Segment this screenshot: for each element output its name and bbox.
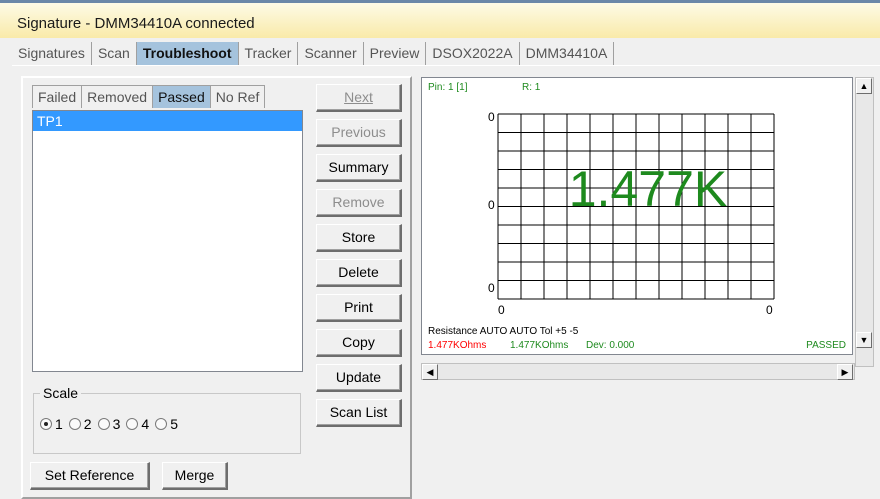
radio-icon [68, 418, 81, 430]
print-button[interactable]: Print [316, 294, 402, 322]
subtab-removed[interactable]: Removed [81, 85, 154, 108]
scale-radio-4[interactable]: 4 [126, 416, 149, 432]
tab-dmm34410a[interactable]: DMM34410A [519, 42, 615, 65]
tab-dsox2022a[interactable]: DSOX2022A [426, 42, 520, 65]
scale-option-label: 1 [55, 416, 63, 432]
signature-display: Pin: 1 [1] R: 1 0 0 0 0 0 1.477K Resista… [421, 77, 853, 355]
x-axis-label-left: 0 [498, 303, 505, 317]
scale-radio-5[interactable]: 5 [155, 416, 178, 432]
tab-signatures[interactable]: Signatures [12, 42, 92, 65]
result-filter-tabs: Failed Removed Passed No Ref [32, 85, 266, 108]
set-reference-button-label: Set Reference [44, 467, 135, 483]
next-button-label: Next [344, 89, 373, 105]
merge-button-label: Merge [174, 467, 215, 483]
measured-value: 1.477KOhms [428, 340, 486, 351]
y-axis-label-mid: 0 [488, 198, 495, 212]
scale-radio-2[interactable]: 2 [68, 416, 92, 432]
tab-tracker[interactable]: Tracker [238, 42, 299, 65]
scale-option-label: 5 [170, 416, 178, 432]
pin-label: Pin: 1 [1] [428, 82, 468, 93]
title-bar: Signature - DMM34410A connected [0, 0, 880, 38]
remove-button-label: Remove [332, 194, 385, 210]
merge-button[interactable]: Merge [162, 462, 228, 490]
scale-option-label: 2 [83, 416, 92, 432]
summary-button[interactable]: Summary [316, 154, 402, 182]
radio-icon [126, 418, 139, 430]
subtab-failed[interactable]: Failed [32, 85, 83, 108]
measurement-reading: 1.477K [569, 161, 727, 217]
x-axis-label-right: 0 [766, 303, 773, 317]
copy-button[interactable]: Copy [316, 329, 402, 357]
subtab-no-ref[interactable]: No Ref [209, 85, 266, 108]
scale-label: Scale [40, 385, 82, 401]
measurement-info: Resistance AUTO AUTO Tol +5 -5 [428, 326, 579, 337]
radio-icon [155, 418, 168, 430]
window-title: Signature - DMM34410A connected [17, 15, 255, 32]
main-tabs: Signatures Scan Troubleshoot Tracker Sca… [12, 42, 615, 65]
scan-list-button[interactable]: Scan List [316, 399, 402, 427]
summary-button-label: Summary [328, 159, 389, 175]
reference-value: 1.477KOhms [510, 340, 568, 351]
update-button-label: Update [335, 369, 382, 385]
scale-radio-3[interactable]: 3 [97, 416, 121, 432]
scale-option-label: 4 [141, 416, 150, 432]
copy-button-label: Copy [342, 334, 375, 350]
radio-selected-icon [40, 418, 52, 430]
status-passed: PASSED [806, 340, 846, 351]
previous-button[interactable]: Previous [316, 119, 402, 147]
y-axis-label-bottom: 0 [488, 281, 495, 295]
r-label: R: 1 [522, 82, 541, 93]
y-axis-label-top: 0 [488, 110, 495, 124]
tab-scanner[interactable]: Scanner [298, 42, 364, 65]
deviation-value: Dev: 0.000 [586, 340, 635, 351]
scroll-up-arrow-icon[interactable]: ▲ [856, 78, 872, 94]
scan-list-button-label: Scan List [329, 404, 388, 420]
tab-troubleshoot[interactable]: Troubleshoot [136, 42, 239, 65]
test-point-list[interactable]: TP1 [32, 110, 303, 372]
scroll-left-arrow-icon[interactable]: ◀ [422, 364, 438, 380]
set-reference-button[interactable]: Set Reference [30, 462, 150, 490]
update-button[interactable]: Update [316, 364, 402, 392]
scale-radio-1[interactable]: 1 [40, 416, 63, 432]
store-button-label: Store [341, 229, 376, 245]
list-item[interactable]: TP1 [33, 111, 302, 131]
scale-options: 1 2 3 4 5 [40, 416, 178, 432]
tab-scan[interactable]: Scan [91, 42, 137, 65]
print-button-label: Print [344, 299, 373, 315]
delete-button[interactable]: Delete [316, 259, 402, 287]
scroll-right-arrow-icon[interactable]: ▶ [837, 364, 853, 380]
subtab-passed[interactable]: Passed [152, 85, 211, 108]
delete-button-label: Delete [338, 264, 379, 280]
remove-button[interactable]: Remove [316, 189, 402, 217]
previous-button-label: Previous [331, 124, 386, 140]
tab-preview[interactable]: Preview [363, 42, 427, 65]
store-button[interactable]: Store [316, 224, 402, 252]
scroll-down-arrow-icon[interactable]: ▼ [856, 332, 872, 348]
signature-display-canvas: Pin: 1 [1] R: 1 0 0 0 0 0 1.477K Resista… [428, 82, 846, 351]
scale-option-label: 3 [112, 416, 121, 432]
horizontal-scrollbar[interactable]: ◀ ▶ [421, 363, 855, 380]
vertical-scrollbar[interactable]: ▲ ▼ [855, 77, 874, 367]
radio-icon [97, 418, 110, 430]
next-button[interactable]: Next [316, 84, 402, 112]
